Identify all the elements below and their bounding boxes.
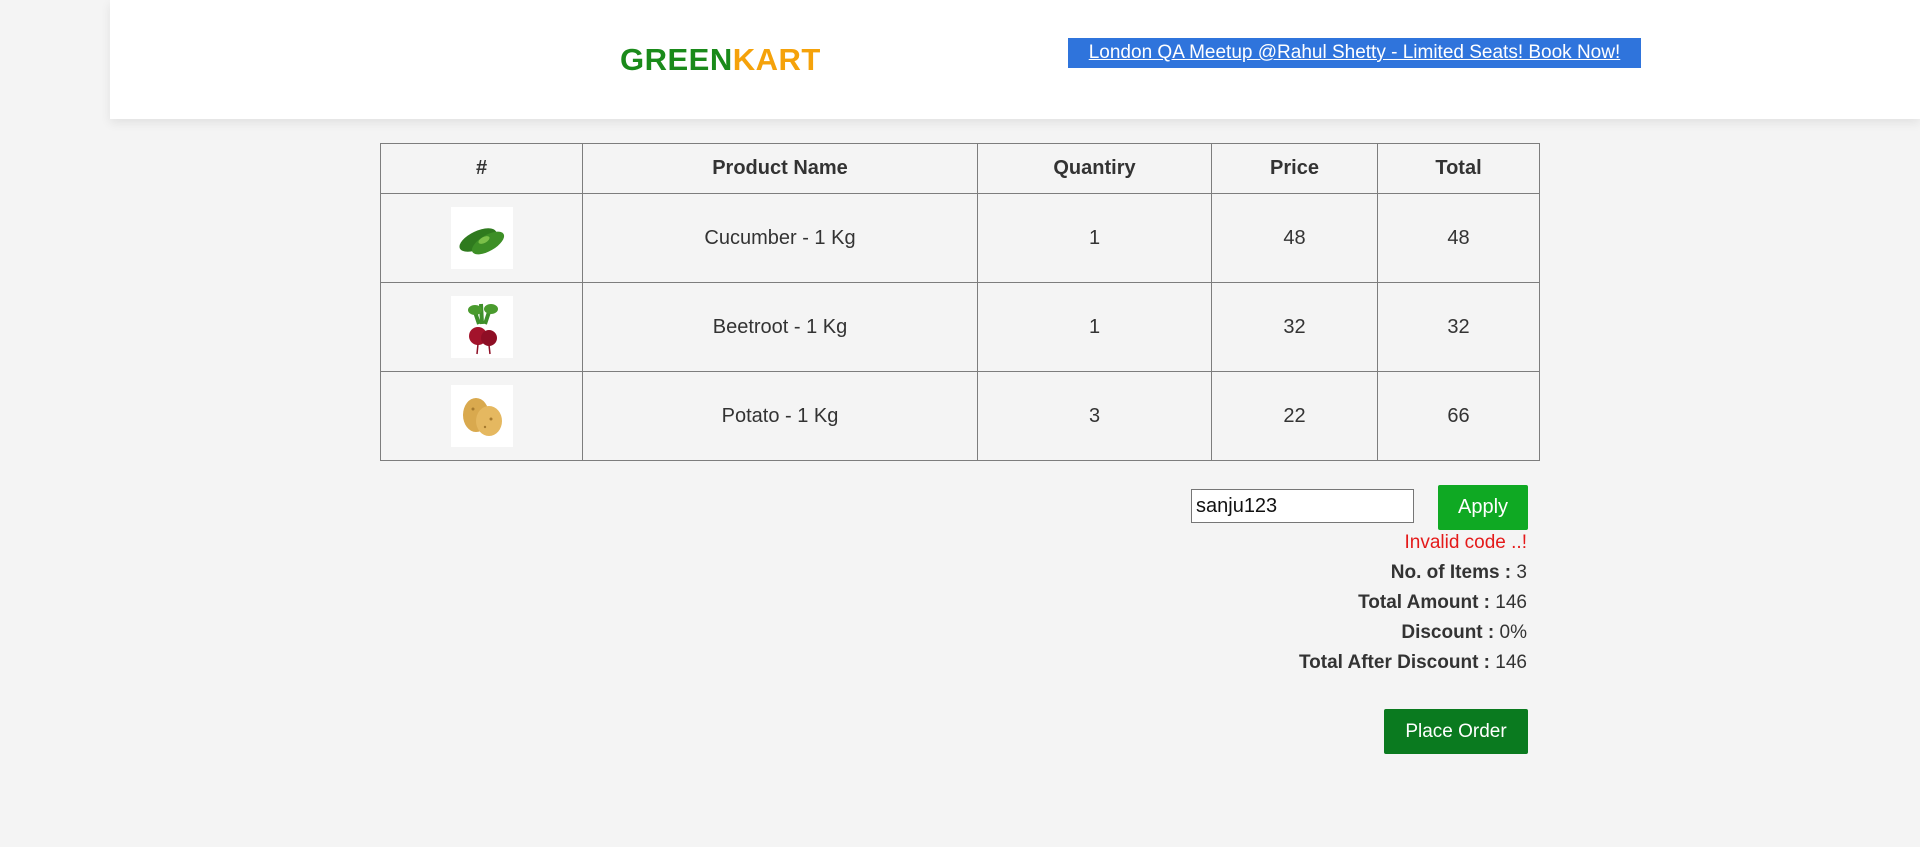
product-quantity: 3 (977, 371, 1212, 461)
total-after-discount-label: Total After Discount : (1298, 652, 1491, 673)
cucumber-icon (450, 207, 513, 269)
brand-green-text: GREEN (620, 42, 733, 77)
discount-label: Discount : (1401, 622, 1495, 643)
header-number: # (380, 143, 583, 194)
discount-value: 0% (1499, 622, 1527, 643)
product-total: 48 (1377, 193, 1540, 283)
items-count-row: No. of Items : 3 (1391, 562, 1527, 584)
place-order-button[interactable]: Place Order (1384, 709, 1528, 754)
brand-logo: GREENKART (620, 42, 821, 78)
total-after-discount-value: 146 (1495, 652, 1527, 673)
product-quantity: 1 (977, 282, 1212, 372)
product-total: 66 (1377, 371, 1540, 461)
promo-error-message: Invalid code ..! (1404, 532, 1527, 553)
product-price: 48 (1211, 193, 1378, 283)
product-total: 32 (1377, 282, 1540, 372)
discount-row: Discount : 0% (1401, 622, 1527, 644)
product-name: Cucumber - 1 Kg (582, 193, 978, 283)
product-quantity: 1 (977, 193, 1212, 283)
total-amount-value: 146 (1495, 592, 1527, 613)
product-name: Potato - 1 Kg (582, 371, 978, 461)
table-row: Beetroot - 1 Kg 1 32 32 (380, 282, 1540, 372)
product-image-cell (380, 282, 583, 372)
promo-code-input[interactable] (1191, 489, 1414, 523)
items-count-label: No. of Items : (1390, 562, 1512, 583)
product-price: 22 (1211, 371, 1378, 461)
product-name: Beetroot - 1 Kg (582, 282, 978, 372)
items-count-value: 3 (1516, 562, 1527, 583)
cart-table: # Product Name Quantiry Price Total Cucu… (380, 143, 1540, 461)
header-price: Price (1211, 143, 1378, 194)
header-quantity: Quantiry (977, 143, 1212, 194)
table-row: Cucumber - 1 Kg 1 48 48 (380, 193, 1540, 283)
header-total: Total (1377, 143, 1540, 194)
promo-banner-link[interactable]: London QA Meetup @Rahul Shetty - Limited… (1068, 38, 1641, 68)
table-header-row: # Product Name Quantiry Price Total (380, 143, 1540, 194)
header-product-name: Product Name (582, 143, 978, 194)
total-after-discount-row: Total After Discount : 146 (1299, 652, 1527, 674)
beetroot-icon (450, 296, 513, 358)
apply-button[interactable]: Apply (1438, 485, 1528, 530)
total-amount-row: Total Amount : 146 (1358, 592, 1527, 614)
potato-icon (450, 385, 513, 447)
table-row: Potato - 1 Kg 3 22 66 (380, 371, 1540, 461)
brand-kart-text: KART (732, 42, 821, 77)
product-price: 32 (1211, 282, 1378, 372)
header-bar: GREENKART (110, 0, 1920, 119)
product-image-cell (380, 193, 583, 283)
total-amount-label: Total Amount : (1358, 592, 1491, 613)
product-image-cell (380, 371, 583, 461)
